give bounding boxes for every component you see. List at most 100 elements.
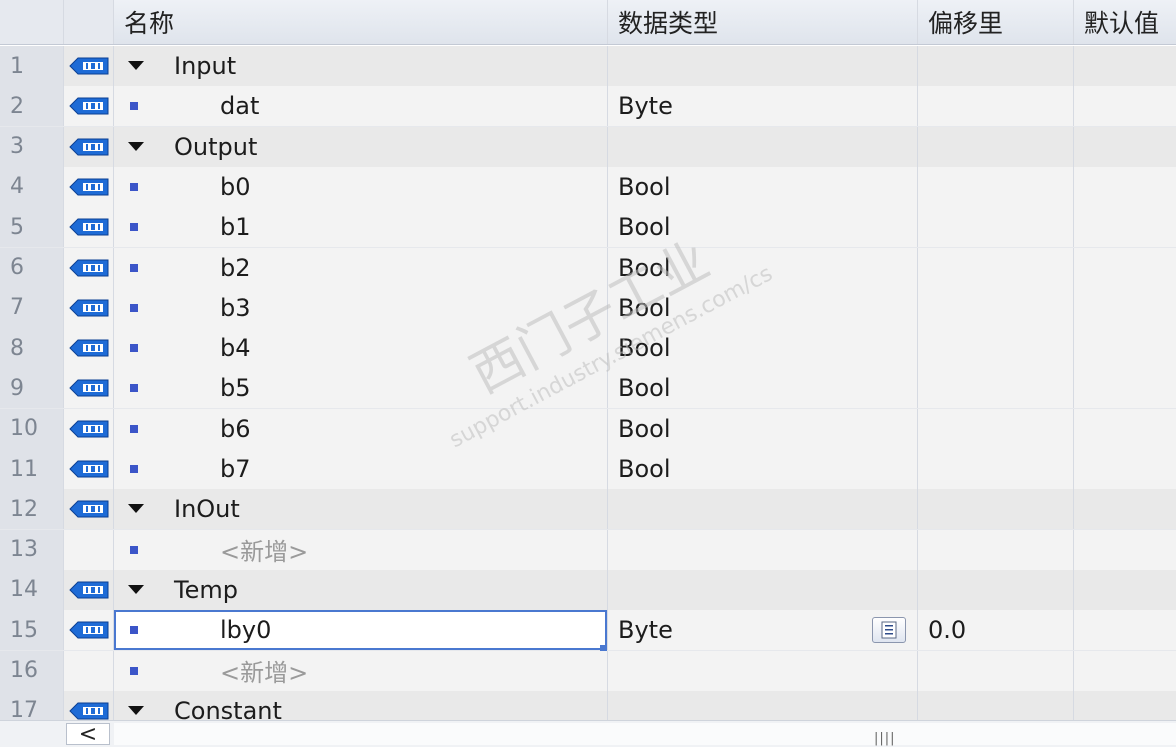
- table-row[interactable]: 13 <新增>: [0, 529, 1176, 571]
- datatype-cell[interactable]: Bool: [608, 449, 918, 489]
- datatype-cell[interactable]: Bool: [608, 408, 918, 449]
- name-cell[interactable]: <新增>: [114, 650, 608, 691]
- row-number[interactable]: 1: [0, 46, 64, 86]
- name-cell[interactable]: b4: [114, 328, 608, 369]
- offset-cell[interactable]: [918, 328, 1074, 369]
- table-row[interactable]: 10 b6 Bool: [0, 408, 1176, 450]
- default-value-cell[interactable]: [1074, 328, 1176, 368]
- row-number[interactable]: 16: [0, 650, 64, 691]
- table-row[interactable]: 7 b3 Bool: [0, 287, 1176, 329]
- datatype-cell[interactable]: Bool: [608, 368, 918, 409]
- datatype-cell[interactable]: [608, 489, 918, 530]
- row-number[interactable]: 6: [0, 247, 64, 288]
- offset-cell[interactable]: [918, 569, 1074, 610]
- expand-triangle-icon[interactable]: [128, 705, 144, 715]
- datatype-cell[interactable]: Bool: [608, 328, 918, 369]
- offset-cell[interactable]: [918, 126, 1074, 167]
- name-cell[interactable]: b7: [114, 449, 608, 489]
- row-number[interactable]: 13: [0, 529, 64, 570]
- row-number[interactable]: 2: [0, 86, 64, 127]
- scroll-left-button[interactable]: <: [66, 722, 110, 747]
- name-cell[interactable]: b6: [114, 408, 608, 449]
- default-value-cell[interactable]: [1074, 86, 1176, 126]
- name-cell[interactable]: lby0: [114, 610, 608, 653]
- default-value-cell[interactable]: [1074, 167, 1176, 207]
- table-row[interactable]: 6 b2 Bool: [0, 247, 1176, 289]
- default-value-cell[interactable]: [1074, 248, 1176, 288]
- table-row[interactable]: 4 b0 Bool: [0, 166, 1176, 208]
- name-cell[interactable]: b1: [114, 207, 608, 248]
- row-number[interactable]: 15: [0, 610, 64, 651]
- expand-triangle-icon[interactable]: [128, 584, 144, 594]
- datatype-cell[interactable]: Byte: [608, 610, 918, 651]
- table-row[interactable]: 2 dat Byte: [0, 86, 1176, 128]
- row-number[interactable]: 5: [0, 207, 64, 248]
- default-value-cell[interactable]: [1074, 409, 1176, 449]
- offset-cell[interactable]: [918, 46, 1074, 86]
- table-row[interactable]: 11 b7 Bool: [0, 449, 1176, 490]
- offset-cell[interactable]: 0.0: [918, 610, 1074, 651]
- default-value-cell[interactable]: [1074, 449, 1176, 489]
- datatype-cell[interactable]: Bool: [608, 247, 918, 288]
- name-edit-field[interactable]: [114, 610, 607, 653]
- name-cell[interactable]: Input: [114, 46, 608, 86]
- name-cell[interactable]: <新增>: [114, 529, 608, 570]
- expand-triangle-icon[interactable]: [128, 141, 144, 151]
- header-offset[interactable]: 偏移里: [918, 0, 1074, 44]
- datatype-cell[interactable]: Bool: [608, 287, 918, 328]
- datatype-cell[interactable]: [608, 126, 918, 167]
- row-number[interactable]: 14: [0, 569, 64, 610]
- default-value-cell[interactable]: [1074, 288, 1176, 328]
- row-number[interactable]: 3: [0, 126, 64, 167]
- row-number[interactable]: 10: [0, 408, 64, 449]
- default-value-cell[interactable]: [1074, 46, 1176, 86]
- name-cell[interactable]: Temp: [114, 569, 608, 610]
- row-number[interactable]: 7: [0, 287, 64, 328]
- datatype-cell[interactable]: [608, 650, 918, 691]
- offset-cell[interactable]: [918, 650, 1074, 691]
- table-row[interactable]: 14 Temp: [0, 569, 1176, 611]
- default-value-cell[interactable]: [1074, 610, 1176, 650]
- datatype-cell[interactable]: [608, 529, 918, 570]
- table-row[interactable]: 15 lby0 Byte 0.0: [0, 610, 1176, 653]
- datatype-list-icon[interactable]: [872, 617, 906, 644]
- offset-cell[interactable]: [918, 207, 1074, 248]
- row-number[interactable]: 12: [0, 489, 64, 530]
- row-number[interactable]: 11: [0, 449, 64, 489]
- name-cell[interactable]: dat: [114, 86, 608, 127]
- row-number[interactable]: 4: [0, 166, 64, 207]
- row-number[interactable]: 8: [0, 328, 64, 369]
- offset-cell[interactable]: [918, 287, 1074, 328]
- datatype-cell[interactable]: Bool: [608, 166, 918, 207]
- default-value-cell[interactable]: [1074, 368, 1176, 408]
- table-row[interactable]: 16 <新增>: [0, 650, 1176, 692]
- datatype-cell[interactable]: [608, 46, 918, 86]
- name-cell[interactable]: b5: [114, 368, 608, 409]
- table-row[interactable]: 5 b1 Bool: [0, 207, 1176, 249]
- datatype-cell[interactable]: Bool: [608, 207, 918, 248]
- table-row[interactable]: 3 Output: [0, 126, 1176, 168]
- default-value-cell[interactable]: [1074, 530, 1176, 570]
- horizontal-scrollbar[interactable]: < ||||: [0, 720, 1176, 747]
- table-row[interactable]: 1 Input: [0, 46, 1176, 87]
- scroll-grip[interactable]: ||||: [874, 731, 896, 746]
- row-number[interactable]: 9: [0, 368, 64, 409]
- table-row[interactable]: 9 b5 Bool: [0, 368, 1176, 410]
- expand-triangle-icon[interactable]: [128, 61, 144, 70]
- name-cell[interactable]: Output: [114, 126, 608, 167]
- name-cell[interactable]: b2: [114, 247, 608, 288]
- default-value-cell[interactable]: [1074, 489, 1176, 529]
- name-cell[interactable]: b0: [114, 166, 608, 207]
- offset-cell[interactable]: [918, 449, 1074, 489]
- datatype-cell[interactable]: Byte: [608, 86, 918, 127]
- offset-cell[interactable]: [918, 529, 1074, 570]
- default-value-cell[interactable]: [1074, 207, 1176, 247]
- offset-cell[interactable]: [918, 368, 1074, 409]
- header-name[interactable]: 名称: [114, 0, 608, 44]
- default-value-cell[interactable]: [1074, 651, 1176, 691]
- scroll-track[interactable]: ||||: [114, 723, 1176, 746]
- expand-triangle-icon[interactable]: [128, 504, 144, 514]
- name-cell[interactable]: b3: [114, 287, 608, 328]
- name-cell[interactable]: InOut: [114, 489, 608, 530]
- offset-cell[interactable]: [918, 86, 1074, 127]
